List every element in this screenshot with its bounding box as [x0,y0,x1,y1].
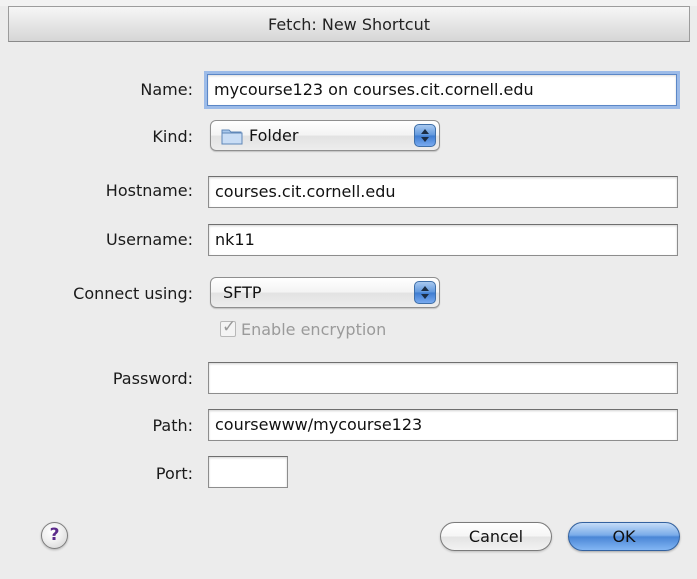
connect-using-popup[interactable]: SFTP [210,277,440,308]
password-field[interactable] [208,362,678,394]
enable-encryption-label: Enable encryption [241,320,387,339]
checkmark-icon: ✓ [222,317,237,337]
connect-using-label: Connect using: [73,284,193,303]
cancel-button[interactable]: Cancel [440,522,552,551]
username-field[interactable]: nk11 [208,224,678,256]
password-label: Password: [112,369,193,388]
name-label: Name: [140,80,193,99]
connect-using-value: SFTP [223,283,262,302]
kind-popup[interactable]: Folder [210,120,440,151]
updown-arrows-icon [414,281,436,304]
hostname-label: Hostname: [105,181,193,200]
path-field[interactable]: coursewww/mycourse123 [208,409,678,441]
path-label: Path: [152,416,193,435]
help-icon: ? [49,525,60,545]
username-label: Username: [106,230,193,249]
new-shortcut-dialog: Fetch: New Shortcut Name: mycourse123 on… [0,0,697,579]
ok-button[interactable]: OK [568,522,680,551]
folder-icon [221,129,243,145]
window-title: Fetch: New Shortcut [268,15,430,34]
kind-label: Kind: [152,127,193,146]
name-field[interactable]: mycourse123 on courses.cit.cornell.edu [207,74,677,106]
hostname-field[interactable]: courses.cit.cornell.edu [208,176,678,208]
enable-encryption-checkbox[interactable]: ✓ [220,317,236,337]
title-bar: Fetch: New Shortcut [8,6,690,42]
kind-value: Folder [249,126,299,145]
help-button[interactable]: ? [41,522,68,549]
port-field[interactable] [208,456,288,488]
updown-arrows-icon [414,124,436,147]
port-label: Port: [155,464,193,483]
